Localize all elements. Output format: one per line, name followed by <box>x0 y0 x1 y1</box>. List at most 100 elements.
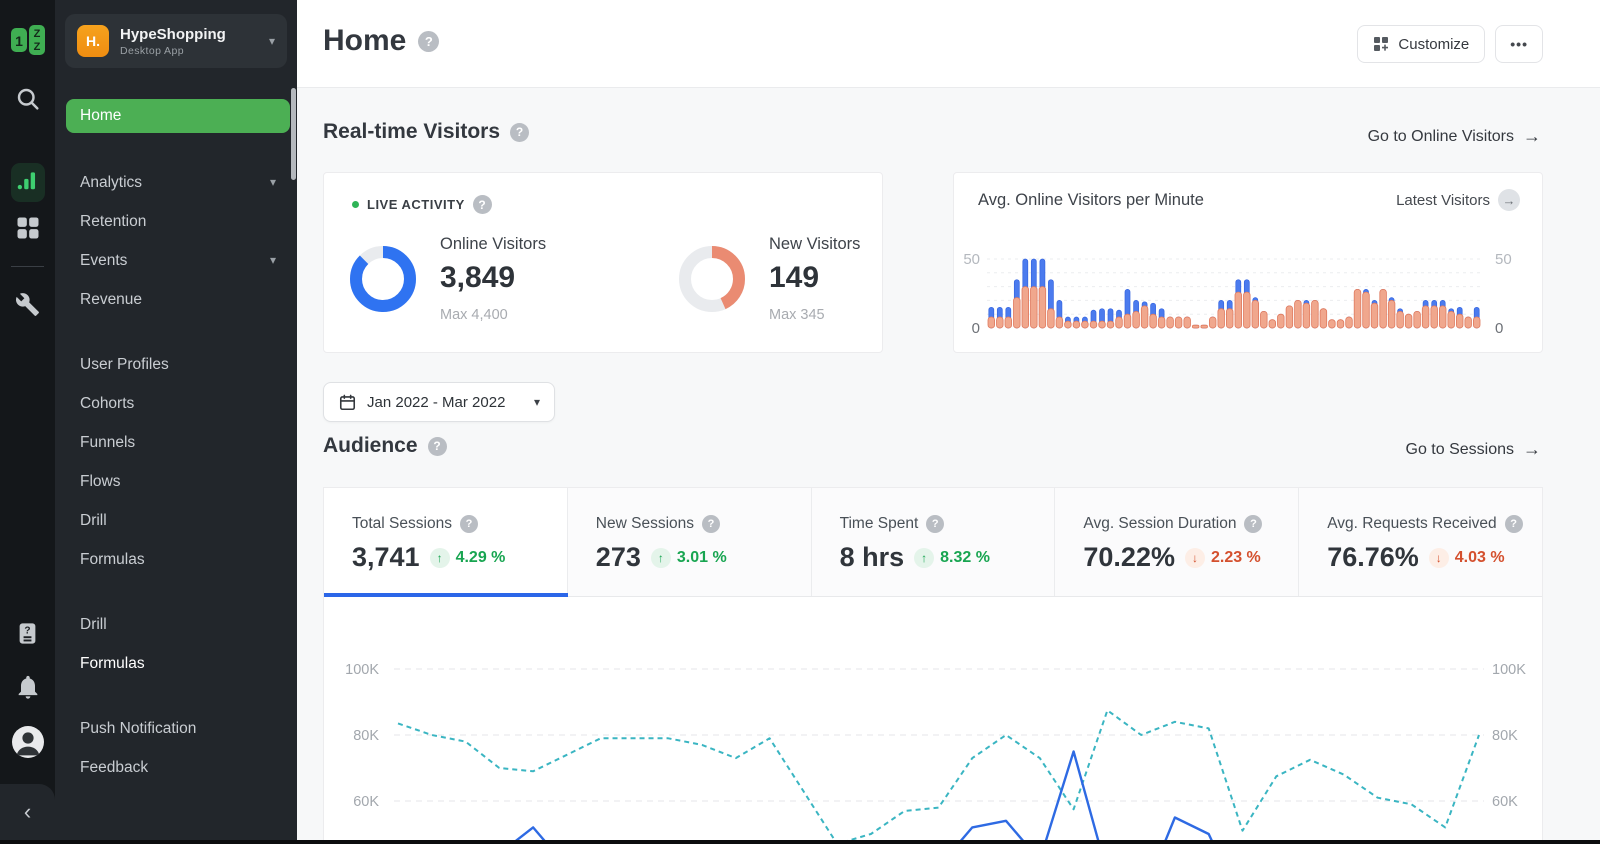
help-icon[interactable]: ? <box>1244 515 1262 533</box>
sidebar-item-drill[interactable]: Drill <box>66 501 290 540</box>
chevron-down-icon: ▾ <box>270 241 276 280</box>
new-visitors-value: 149 <box>769 261 860 295</box>
chevron-down-icon: ▾ <box>534 395 540 409</box>
settings-wrench-icon[interactable] <box>0 292 55 317</box>
audience-card: 100K100K80K80K60K60K Total Sessions? 3,7… <box>323 487 1543 844</box>
help-icon[interactable]: ? <box>428 437 447 456</box>
svg-text:60K: 60K <box>1492 794 1518 810</box>
sidebar-item-drill[interactable]: Drill <box>66 605 290 644</box>
tab-avg-session-duration[interactable]: Avg. Session Duration? 70.22%↓2.23 % <box>1055 488 1299 596</box>
audience-section-heading: Audience ? <box>323 434 447 458</box>
online-visitors-donut <box>350 246 416 312</box>
svg-text:50: 50 <box>1495 251 1512 268</box>
help-icon[interactable]: ? <box>460 515 478 533</box>
dashboard-content: Real-time Visitors ? Go to Online Visito… <box>297 88 1600 844</box>
help-icon[interactable]: ? <box>418 31 439 52</box>
arrow-right-icon: → <box>1523 439 1541 460</box>
svg-text:0: 0 <box>1495 320 1503 337</box>
online-visitors-widget: Online Visitors 3,849 Max 4,400 <box>350 235 546 323</box>
tab-avg-requests-received[interactable]: Avg. Requests Received? 76.76%↓4.03 % <box>1299 488 1542 596</box>
workspace-switcher[interactable]: H. HypeShopping Desktop App ▾ <box>65 14 287 68</box>
new-visitors-widget: New Visitors 149 Max 345 <box>679 235 860 323</box>
rail-divider <box>11 266 44 267</box>
customize-grid-icon <box>1373 36 1389 52</box>
app-logo-icon[interactable]: 1 Z Z <box>0 22 55 58</box>
screen-bottom-strip <box>0 840 1600 844</box>
svg-text:Z: Z <box>33 41 40 53</box>
online-visitors-label: Online Visitors <box>440 235 546 254</box>
sidebar-collapse-button[interactable]: ‹ <box>0 784 55 840</box>
page-header: Home ? Customize ••• <box>297 0 1600 88</box>
chevron-left-icon: ‹ <box>24 799 31 825</box>
svg-text:60K: 60K <box>353 794 379 810</box>
page-title: Home ? <box>323 24 439 58</box>
sidebar-nav: Home Analytics▾RetentionEvents▾Revenue Use… <box>66 99 290 787</box>
customize-button[interactable]: Customize <box>1357 25 1485 63</box>
svg-text:1: 1 <box>15 33 23 49</box>
sidebar-item-feedback[interactable]: Feedback <box>66 748 290 787</box>
new-visitors-label: New Visitors <box>769 235 860 254</box>
sidebar-item-push-notification[interactable]: Push Notification <box>66 709 290 748</box>
sidebar-item-analytics[interactable]: Analytics▾ <box>66 163 290 202</box>
sidebar: H. HypeShopping Desktop App ▾ Home Analyt… <box>55 0 297 844</box>
svg-text:Z: Z <box>33 28 40 40</box>
calendar-icon <box>338 393 357 412</box>
delta-badge: ↑3.01 % <box>651 548 727 568</box>
realtime-section-heading: Real-time Visitors ? <box>323 120 529 144</box>
analytics-icon[interactable] <box>0 163 55 202</box>
ellipsis-icon: ••• <box>1510 36 1528 52</box>
search-icon[interactable] <box>0 85 55 113</box>
help-icon[interactable]: ? <box>702 515 720 533</box>
help-icon[interactable]: ? <box>510 123 529 142</box>
tab-total-sessions[interactable]: Total Sessions? 3,741↑4.29 % <box>324 488 568 596</box>
svg-text:0: 0 <box>972 320 980 337</box>
tab-new-sessions[interactable]: New Sessions? 273↑3.01 % <box>568 488 812 596</box>
user-avatar[interactable] <box>0 726 55 758</box>
sidebar-item-formulas[interactable]: Formulas <box>66 540 290 579</box>
live-status-dot <box>352 201 359 208</box>
chevron-down-icon: ▾ <box>269 34 275 48</box>
sidebar-item-home[interactable]: Home <box>66 99 290 133</box>
sidebar-item-retention[interactable]: Retention <box>66 202 290 241</box>
date-range-picker[interactable]: Jan 2022 - Mar 2022 ▾ <box>323 382 555 422</box>
workspace-logo: H. <box>77 25 109 57</box>
live-activity-card: LIVE ACTIVITY ? Online Visitors 3,849 Ma… <box>323 172 883 353</box>
help-icon[interactable]: ? <box>473 195 492 214</box>
sidebar-item-events[interactable]: Events▾ <box>66 241 290 280</box>
sidebar-scrollbar[interactable] <box>291 88 296 180</box>
more-options-button[interactable]: ••• <box>1495 25 1543 63</box>
tab-time-spent[interactable]: Time Spent? 8 hrs↑8.32 % <box>812 488 1056 596</box>
icon-rail: 1 Z Z <box>0 0 55 844</box>
sidebar-item-revenue[interactable]: Revenue <box>66 280 290 319</box>
svg-text:100K: 100K <box>345 662 379 678</box>
sidebar-item-cohorts[interactable]: Cohorts <box>66 384 290 423</box>
sidebar-item-formulas[interactable]: Formulas <box>66 644 290 683</box>
go-to-sessions-link[interactable]: Go to Sessions → <box>1406 439 1542 460</box>
delta-badge: ↑4.29 % <box>430 548 506 568</box>
date-range-value: Jan 2022 - Mar 2022 <box>367 394 505 411</box>
selected-tab-underline <box>324 593 568 597</box>
sidebar-item-funnels[interactable]: Funnels <box>66 423 290 462</box>
help-icon[interactable]: ? <box>1505 515 1523 533</box>
svg-text:100K: 100K <box>1492 662 1526 678</box>
svg-text:80K: 80K <box>353 728 379 744</box>
online-visitors-value: 3,849 <box>440 261 546 295</box>
delta-badge: ↓2.23 % <box>1185 548 1261 568</box>
help-icon[interactable]: ? <box>926 515 944 533</box>
delta-badge: ↓4.03 % <box>1429 548 1505 568</box>
online-visitors-max: Max 4,400 <box>440 307 546 323</box>
notifications-bell-icon[interactable] <box>0 673 55 701</box>
new-visitors-donut <box>679 246 745 312</box>
visitors-per-minute-card: Avg. Online Visitors per Minute Latest V… <box>953 172 1543 353</box>
chevron-down-icon: ▾ <box>270 163 276 202</box>
delta-badge: ↑8.32 % <box>914 548 990 568</box>
live-activity-label: LIVE ACTIVITY <box>367 197 465 212</box>
sidebar-item-flows[interactable]: Flows <box>66 462 290 501</box>
apps-grid-icon[interactable] <box>0 214 55 242</box>
kpi-tab-row: Total Sessions? 3,741↑4.29 % New Session… <box>324 488 1542 597</box>
arrow-right-icon: → <box>1523 126 1541 147</box>
go-to-online-visitors-link[interactable]: Go to Online Visitors → <box>1368 126 1541 147</box>
sidebar-item-user-profiles[interactable]: User Profiles <box>66 345 290 384</box>
svg-text:50: 50 <box>963 251 980 268</box>
help-docs-icon[interactable]: ? <box>0 620 55 647</box>
